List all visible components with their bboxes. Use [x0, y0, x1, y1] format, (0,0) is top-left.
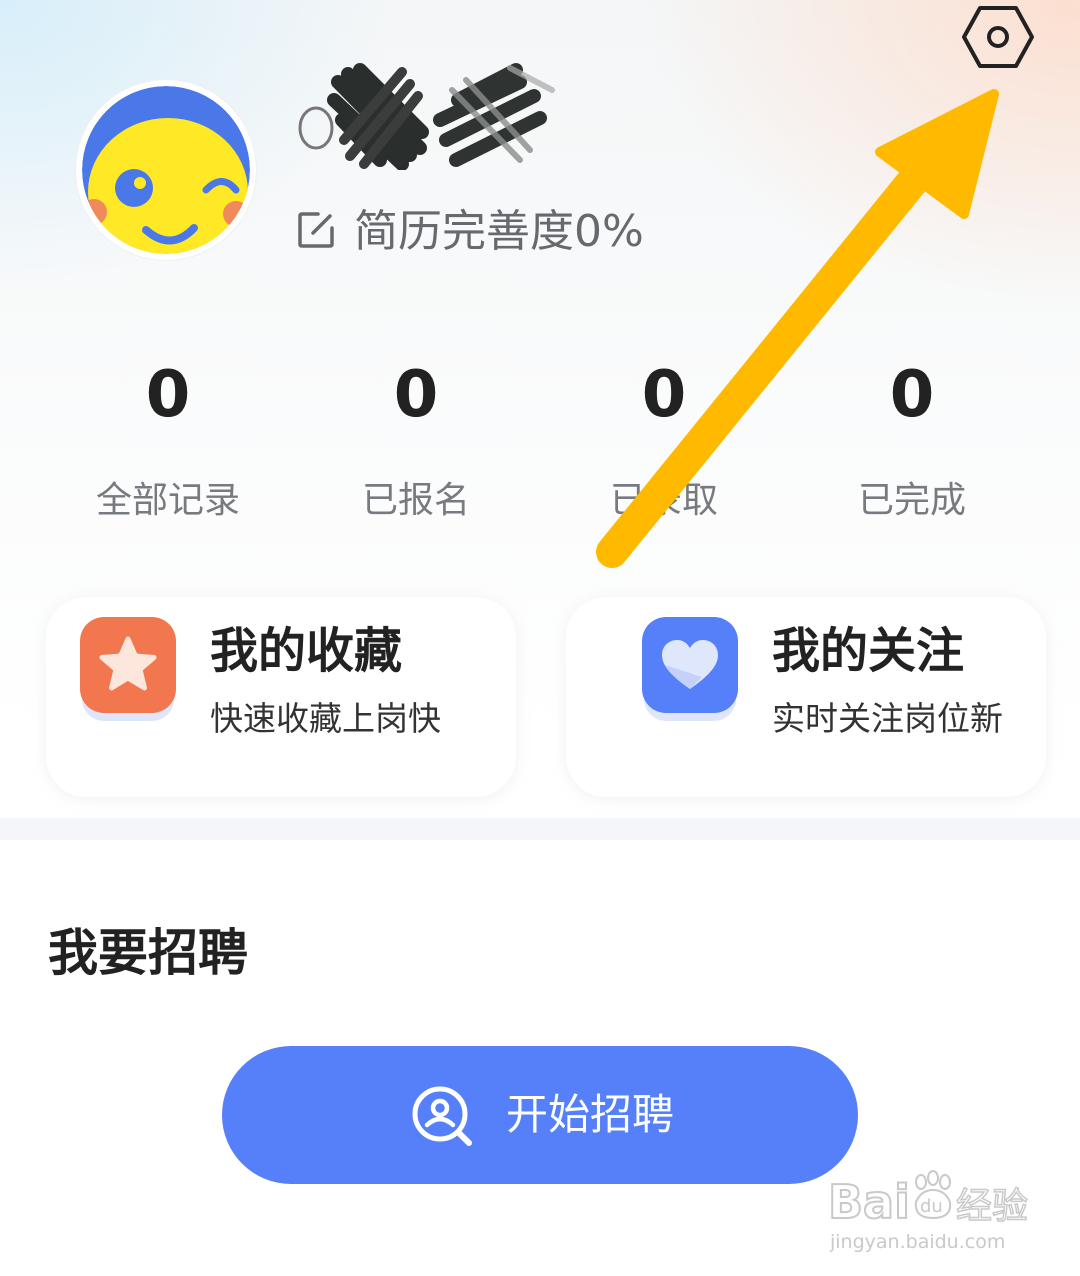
resume-completion-label[interactable]: 简历完善度0%: [354, 202, 644, 262]
stat-label: 已报名: [361, 480, 470, 521]
stat-label: 已录取: [609, 480, 718, 521]
avatar-face-image: [78, 82, 254, 258]
heart-icon: [642, 617, 738, 713]
watermark-brand-suffix: du: [920, 1196, 943, 1217]
person-search-icon: [410, 1084, 474, 1148]
start-recruit-label: 开始招聘: [506, 1090, 675, 1139]
watermark-product: 经验: [956, 1186, 1028, 1227]
stat-registered[interactable]: 0 已报名: [306, 355, 526, 523]
stat-value: 0: [641, 358, 687, 432]
stat-label: 全部记录: [95, 480, 240, 521]
following-card[interactable]: 我的关注 实时关注岗位新: [566, 597, 1046, 797]
stat-completed[interactable]: 0 已完成: [802, 355, 1022, 523]
card-subtitle: 快速收藏上岗快: [210, 699, 441, 738]
edit-icon[interactable]: [296, 210, 336, 250]
watermark-brand: Bai: [828, 1175, 910, 1229]
stat-value: 0: [393, 358, 439, 432]
avatar[interactable]: [76, 80, 256, 260]
section-divider: [0, 818, 1080, 840]
settings-hexagon-icon: [962, 6, 1034, 68]
stat-value: 0: [145, 358, 191, 432]
recruit-section-title: 我要招聘: [48, 924, 248, 982]
star-icon: [80, 617, 176, 713]
stat-all-records[interactable]: 0 全部记录: [58, 355, 278, 523]
stat-admitted[interactable]: 0 已录取: [554, 355, 774, 523]
user-name-obscured: [290, 60, 560, 171]
stat-value: 0: [889, 358, 935, 432]
baidu-jingyan-watermark: Bai du 经验 jingyan.baidu.com: [827, 1160, 1029, 1260]
favorites-card[interactable]: 我的收藏 快速收藏上岗快: [46, 597, 516, 797]
card-title: 我的关注: [772, 623, 965, 679]
watermark-url: jingyan.baidu.com: [829, 1231, 1005, 1253]
card-title: 我的收藏: [210, 623, 403, 679]
start-recruit-button[interactable]: 开始招聘: [222, 1046, 858, 1184]
card-subtitle: 实时关注岗位新: [772, 699, 1003, 738]
stat-label: 已完成: [857, 480, 966, 521]
settings-button[interactable]: [962, 4, 1034, 70]
